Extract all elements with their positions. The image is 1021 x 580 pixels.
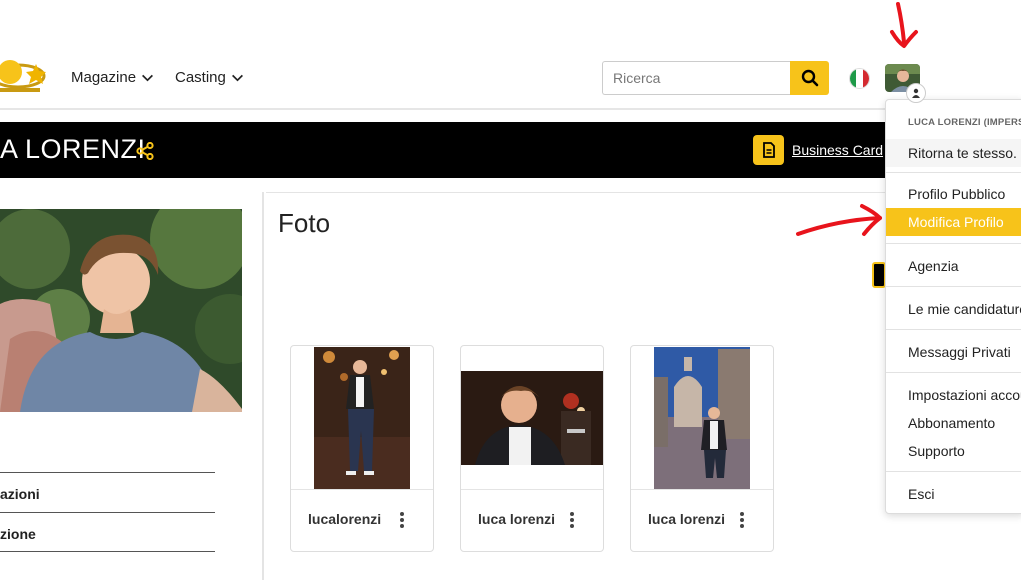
photo-card[interactable]: luca lorenzi	[630, 345, 774, 552]
photo-card[interactable]: lucalorenzi	[290, 345, 434, 552]
menu-item-agency[interactable]: Agenzia	[886, 252, 1021, 280]
menu-item-edit-profile[interactable]: Modifica Profilo	[886, 208, 1021, 236]
chevron-down-icon	[231, 74, 243, 82]
more-options-icon[interactable]	[569, 512, 575, 528]
annotation-arrow-down	[890, 2, 918, 48]
divider	[886, 329, 1021, 330]
photo-thumbnail[interactable]	[631, 346, 773, 490]
nav-magazine[interactable]: Magazine	[71, 69, 154, 86]
left-menu-item[interactable]: zione	[0, 526, 36, 542]
top-navbar	[0, 0, 1021, 110]
photo-thumbnail[interactable]	[291, 346, 433, 490]
menu-item-public-profile[interactable]: Profilo Pubblico	[886, 180, 1021, 208]
search-button[interactable]	[790, 61, 829, 95]
more-options-icon[interactable]	[399, 512, 405, 528]
business-card-link[interactable]: Business Card	[792, 142, 883, 158]
menu-item-my-applications[interactable]: Le mie candidature	[886, 295, 1021, 323]
menu-item-account-settings[interactable]: Impostazioni account	[886, 381, 1021, 409]
profile-name: A LORENZI	[0, 134, 146, 164]
add-photo-button[interactable]	[872, 262, 886, 288]
divider	[886, 286, 1021, 287]
divider	[886, 471, 1021, 472]
dropdown-header: LUCA LORENZI (IMPERS	[908, 117, 1021, 128]
italian-flag-icon[interactable]	[849, 68, 870, 89]
user-dropdown-menu: LUCA LORENZI (IMPERS Ritorna te stesso. …	[885, 99, 1021, 514]
menu-item-logout[interactable]: Esci	[886, 480, 1021, 508]
annotation-arrow-right	[796, 204, 882, 236]
photo-thumbnail[interactable]	[461, 346, 603, 490]
site-logo[interactable]	[0, 52, 48, 104]
menu-item-support[interactable]: Supporto	[886, 437, 1021, 465]
share-icon[interactable]	[136, 141, 154, 161]
nav-casting-label: Casting	[175, 69, 226, 86]
photo-caption: lucalorenzi	[308, 511, 382, 527]
divider	[0, 551, 215, 552]
photo-caption: luca lorenzi	[478, 511, 556, 527]
menu-item-private-messages[interactable]: Messaggi Privati	[886, 338, 1021, 366]
search-input[interactable]	[602, 61, 790, 95]
photo-card[interactable]: luca lorenzi	[460, 345, 604, 552]
divider	[0, 472, 215, 473]
nav-magazine-label: Magazine	[71, 69, 137, 86]
divider	[0, 512, 215, 513]
divider	[886, 172, 1021, 173]
nav-casting[interactable]: Casting	[175, 69, 244, 86]
profile-photo[interactable]	[0, 209, 242, 412]
photo-caption: luca lorenzi	[648, 511, 726, 527]
menu-item-return-self[interactable]: Ritorna te stesso.	[886, 139, 1021, 167]
menu-item-subscription[interactable]: Abbonamento	[886, 409, 1021, 437]
section-title: Foto	[278, 208, 331, 238]
impersonate-user-icon	[906, 83, 926, 103]
divider	[886, 243, 1021, 244]
more-options-icon[interactable]	[739, 512, 745, 528]
left-menu-item[interactable]: azioni	[0, 486, 40, 502]
chevron-down-icon	[142, 74, 154, 82]
business-card-icon[interactable]	[753, 135, 784, 165]
divider	[886, 372, 1021, 373]
search-icon	[801, 69, 818, 87]
